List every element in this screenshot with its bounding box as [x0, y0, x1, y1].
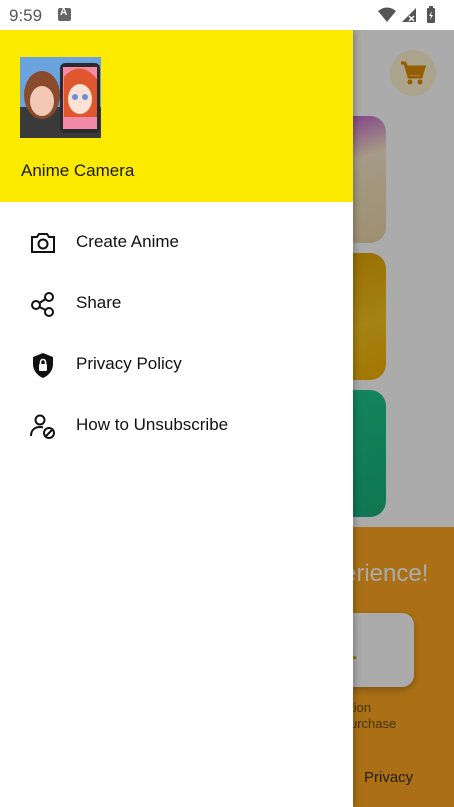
- navigation-drawer: Anime Camera Create Anime Share Privacy …: [0, 30, 353, 807]
- menu-item-create-anime[interactable]: Create Anime: [0, 212, 353, 273]
- wifi-icon: [378, 7, 396, 22]
- status-icons: [378, 6, 435, 23]
- menu-item-label: Create Anime: [76, 232, 179, 251]
- camera-icon: [31, 233, 55, 253]
- notification-a-icon: [58, 7, 71, 21]
- menu-item-label: Share: [76, 293, 122, 312]
- share-icon: [31, 292, 54, 317]
- menu-item-share[interactable]: Share: [0, 273, 353, 334]
- menu-item-label: How to Unsubscribe: [76, 415, 229, 434]
- menu-item-privacy-policy[interactable]: Privacy Policy: [0, 334, 353, 395]
- menu-item-label: Privacy Policy: [76, 354, 182, 373]
- signal-icon: [402, 8, 416, 22]
- status-time: 9:59: [9, 6, 43, 25]
- drawer-header: Anime Camera: [0, 30, 353, 202]
- app-logo: [20, 57, 101, 138]
- app-name: Anime Camera: [21, 161, 135, 180]
- menu-item-how-to-unsubscribe[interactable]: How to Unsubscribe: [0, 395, 353, 456]
- status-bar: 9:59: [0, 0, 454, 30]
- user-block-icon: [30, 414, 55, 439]
- shield-lock-icon: [33, 353, 53, 378]
- drawer-menu: Create Anime Share Privacy Policy How to…: [0, 212, 353, 456]
- battery-charging-icon: [427, 6, 435, 23]
